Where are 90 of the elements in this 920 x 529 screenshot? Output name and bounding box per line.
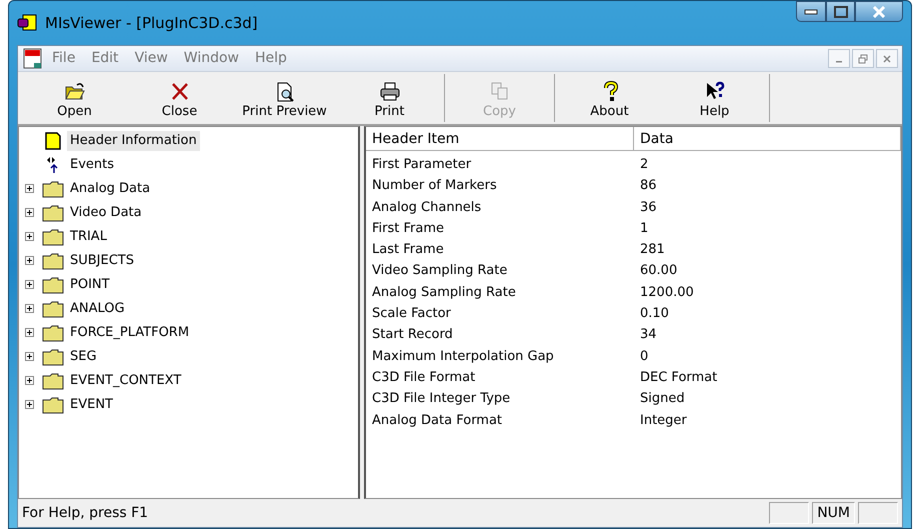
restore-icon: [858, 54, 868, 64]
expand-icon[interactable]: [25, 304, 34, 314]
tree-item[interactable]: SUBJECTS: [67, 251, 138, 271]
tree-item[interactable]: Analog Data: [67, 179, 154, 199]
column-header[interactable]: Data: [634, 127, 901, 151]
table-cell-text: First Parameter: [371, 156, 472, 174]
table-cell-text: 0.10: [639, 305, 670, 324]
printer-icon: [378, 80, 400, 102]
table-cell-text: 0: [639, 348, 650, 366]
folder-icon: [42, 396, 64, 414]
table-cell-text: Analog Channels: [371, 198, 482, 217]
close-icon: [883, 55, 891, 64]
status-pane: [769, 502, 810, 524]
tree-item[interactable]: Video Data: [67, 203, 145, 223]
table-cell-text: 2: [639, 156, 650, 174]
folder-icon: [42, 348, 64, 366]
status-indicator: NUM: [812, 502, 855, 524]
toolbar-button[interactable]: Print: [337, 72, 442, 124]
expand-icon[interactable]: [25, 400, 34, 410]
toolbar-button[interactable]: Close: [127, 72, 232, 124]
tree-item[interactable]: ANALOG: [67, 299, 128, 319]
folder-icon: [42, 324, 64, 342]
toolbar-button[interactable]: Print Preview: [232, 72, 337, 124]
tree-item[interactable]: TRIAL: [67, 227, 110, 247]
expand-icon[interactable]: [25, 256, 34, 266]
table-cell-text: Start Record: [371, 326, 454, 344]
menu-item[interactable]: Edit: [83, 48, 127, 69]
menu-item[interactable]: Help: [247, 48, 295, 69]
restore-button[interactable]: [852, 49, 874, 68]
status-message: For Help, press F1: [22, 504, 150, 522]
close-icon: [872, 6, 886, 18]
folder-icon: [42, 252, 64, 270]
copy-icon: [488, 80, 510, 102]
table-cell-text: Integer: [639, 412, 688, 430]
expand-icon[interactable]: [25, 232, 34, 242]
table-cell-text: Scale Factor: [371, 305, 452, 324]
status-pane: [858, 502, 898, 524]
table-cell-text: 86: [639, 177, 658, 196]
expand-icon[interactable]: [25, 208, 34, 218]
folder-icon: [42, 372, 64, 390]
tree-item[interactable]: POINT: [67, 275, 113, 295]
table-cell-text: Number of Markers: [371, 177, 498, 196]
table-cell-text: First Frame: [371, 220, 445, 238]
table-cell-text: 36: [639, 198, 658, 217]
tree-item[interactable]: EVENT_CONTEXT: [67, 371, 184, 391]
column-header[interactable]: Header Item: [366, 127, 634, 151]
expand-icon[interactable]: [25, 376, 34, 386]
table-cell-text: 60.00: [639, 262, 678, 280]
table-cell-text: C3D File Format: [371, 368, 476, 387]
tree-item[interactable]: FORCE_PLATFORM: [67, 323, 192, 343]
expand-icon[interactable]: [25, 184, 34, 194]
table-cell-text: C3D File Integer Type: [371, 390, 512, 408]
folder-icon: [42, 228, 64, 246]
maximize-icon: [834, 6, 848, 18]
close-button[interactable]: [855, 1, 903, 22]
folder-icon: [42, 180, 64, 198]
toolbar-button[interactable]: Help: [662, 72, 767, 124]
maximize-button[interactable]: [826, 1, 855, 22]
window-title: MIsViewer - [PlugInC3D.c3d]: [45, 12, 258, 34]
menu-item[interactable]: View: [126, 48, 176, 69]
table-cell-text: 1: [639, 220, 650, 238]
minimize-icon: [804, 8, 818, 14]
tree-item[interactable]: EVENT: [67, 395, 116, 415]
table-cell-text: Signed: [639, 390, 686, 408]
expand-icon[interactable]: [25, 280, 34, 290]
expand-icon[interactable]: [25, 352, 34, 362]
minimize-button[interactable]: [796, 1, 826, 22]
menu-item[interactable]: File: [44, 48, 84, 69]
tree-item[interactable]: Header Information: [67, 131, 200, 151]
app-icon: [17, 13, 39, 33]
table-cell-text: Analog Data Format: [371, 412, 504, 430]
table-cell-text: DEC Format: [639, 368, 718, 387]
open-folder-icon: [64, 80, 86, 102]
table-cell-text: Analog Sampling Rate: [371, 284, 517, 302]
toolbar-button[interactable]: About: [557, 72, 662, 124]
table-cell-text: Maximum Interpolation Gap: [371, 348, 555, 366]
folder-icon: [42, 276, 64, 294]
menu-item[interactable]: Window: [176, 48, 247, 69]
tree-item[interactable]: SEG: [67, 347, 100, 367]
table-cell-text: Last Frame: [371, 241, 445, 260]
expand-icon[interactable]: [25, 328, 34, 338]
table-cell-text: 1200.00: [639, 284, 695, 302]
tree-item[interactable]: Events: [67, 155, 118, 175]
table-cell-text: Video Sampling Rate: [371, 262, 508, 280]
table-cell-text: 34: [639, 326, 658, 344]
table-cell-text: 281: [639, 241, 666, 260]
document-icon[interactable]: [22, 48, 44, 70]
folder-icon: [42, 204, 64, 222]
toolbar-button[interactable]: Open: [22, 72, 127, 124]
folder-icon: [42, 300, 64, 318]
